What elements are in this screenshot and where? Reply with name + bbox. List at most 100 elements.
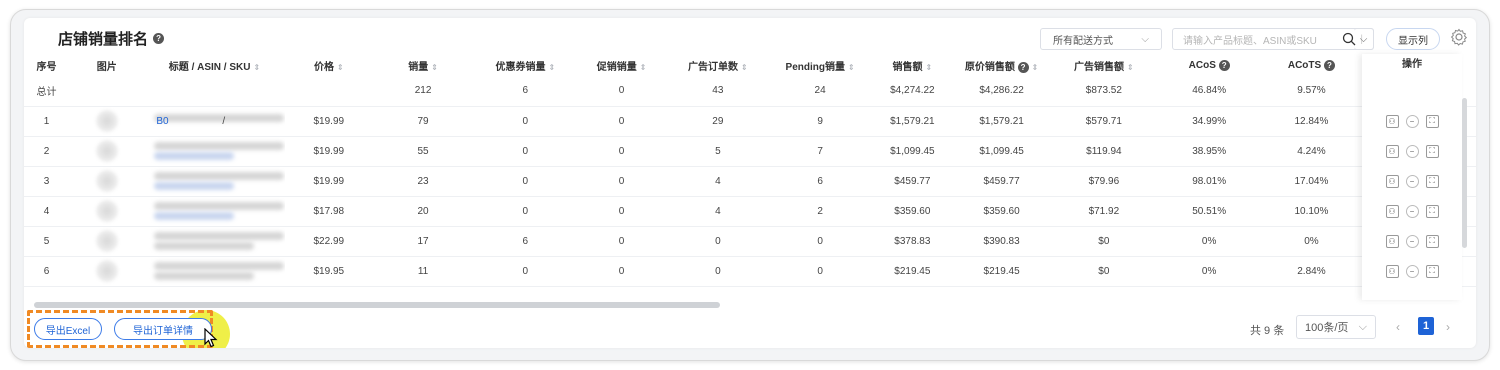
col-header-sales[interactable]: 销量 ⇕ xyxy=(373,54,473,76)
product-image[interactable] xyxy=(69,226,145,257)
col-header-acos-label: ACoS xyxy=(1188,59,1216,71)
sort-icon[interactable]: ⇕ xyxy=(1127,63,1134,72)
expand-icon[interactable]: ⛶ xyxy=(1425,204,1439,218)
horizontal-scrollbar[interactable] xyxy=(34,302,720,308)
people-icon[interactable]: ⚇ xyxy=(1385,264,1399,278)
export-orders-button[interactable]: 导出订单详情 xyxy=(114,318,212,340)
col-header-orig-revenue[interactable]: 原价销售额 ? ⇕ xyxy=(954,54,1048,76)
pending-sales: 2 xyxy=(769,196,871,227)
expand-icon[interactable]: ⛶ xyxy=(1425,174,1439,188)
acots: 2.84% xyxy=(1259,256,1364,287)
col-header-ad-orders[interactable]: 广告订单数 ⇕ xyxy=(666,54,770,76)
help-icon[interactable]: ? xyxy=(1218,59,1230,71)
delivery-method-select[interactable]: 所有配送方式 ⌵ xyxy=(1040,28,1162,50)
current-page-button[interactable]: 1 xyxy=(1418,317,1434,335)
table-header-row: 序号 图片 标题 / ASIN / SKU ⇕ 价格 ⇕ 销量 ⇕ 优惠券销量 ⇕ 促销… xyxy=(24,54,1476,76)
table-row[interactable]: 1 B0 / $19.99 79 0 0 29 9 $1,579.21 $1,5… xyxy=(24,106,1476,137)
help-icon[interactable]: ? xyxy=(153,33,165,44)
total-promo: 0 xyxy=(577,76,666,107)
people-icon[interactable]: ⚇ xyxy=(1385,114,1399,128)
people-icon[interactable]: ⚇ xyxy=(1385,204,1399,218)
acos: 38.95% xyxy=(1159,136,1260,167)
expand-icon[interactable]: ⛶ xyxy=(1425,144,1439,158)
product-title-cell[interactable] xyxy=(144,196,285,227)
minus-circle-icon[interactable]: − xyxy=(1405,234,1419,248)
product-image[interactable] xyxy=(69,136,145,167)
row-actions: ⚇ − ⛶ xyxy=(1362,106,1462,136)
blurred-asin xyxy=(154,212,235,220)
product-thumbnail xyxy=(95,200,118,222)
product-thumbnail xyxy=(95,170,118,192)
table-row[interactable]: 3 $19.99 23 0 0 4 6 $459.77 $459.77 $79.… xyxy=(24,166,1476,197)
blurred-title xyxy=(154,172,285,180)
product-title-cell[interactable]: B0 / xyxy=(144,106,285,137)
table-row[interactable]: 4 $17.98 20 0 0 4 2 $359.60 $359.60 $71.… xyxy=(24,196,1476,227)
table-row[interactable]: 6 $19.95 11 0 0 0 0 $219.45 $219.45 $0 0… xyxy=(24,256,1476,287)
product-search-input[interactable]: 请输入产品标题、ASIN或SKU | xyxy=(1172,28,1374,50)
col-header-orig-revenue-label: 原价销售额 xyxy=(964,61,1015,73)
promo-sales: 0 xyxy=(577,136,666,167)
people-icon[interactable]: ⚇ xyxy=(1385,174,1399,188)
asin-link[interactable]: B0 xyxy=(156,116,168,127)
sort-icon[interactable]: ⇕ xyxy=(337,63,344,72)
product-image[interactable] xyxy=(69,256,145,287)
product-image[interactable] xyxy=(69,166,145,197)
revenue: $1,579.21 xyxy=(870,106,955,137)
expand-icon[interactable]: ⛶ xyxy=(1425,234,1439,248)
vertical-scrollbar[interactable] xyxy=(1462,98,1467,248)
sort-icon[interactable]: ⇕ xyxy=(253,63,260,72)
sort-icon[interactable]: ⇕ xyxy=(640,63,647,72)
minus-circle-icon[interactable]: − xyxy=(1405,204,1419,218)
col-header-ad-revenue[interactable]: 广告销售额 ⇕ xyxy=(1049,54,1159,76)
sort-icon[interactable]: ⇕ xyxy=(1032,63,1039,72)
table-row[interactable]: 2 $19.99 55 0 0 5 7 $1,099.45 $1,099.45 … xyxy=(24,136,1476,167)
minus-circle-icon[interactable]: − xyxy=(1405,264,1419,278)
product-title-cell[interactable] xyxy=(144,166,285,197)
prev-page-icon[interactable]: ‹ xyxy=(1396,320,1400,334)
sort-icon[interactable]: ⇕ xyxy=(548,63,555,72)
gear-icon[interactable] xyxy=(1450,28,1468,46)
col-header-acos: ACoS ? xyxy=(1159,54,1259,76)
product-title-cell[interactable] xyxy=(144,226,285,257)
minus-circle-icon[interactable]: − xyxy=(1405,174,1419,188)
sort-icon[interactable]: ⇕ xyxy=(431,63,438,72)
expand-icon[interactable]: ⛶ xyxy=(1425,264,1439,278)
minus-circle-icon[interactable]: − xyxy=(1405,144,1419,158)
col-header-promo-sales[interactable]: 促销销量 ⇕ xyxy=(577,54,665,76)
product-title-cell[interactable] xyxy=(144,256,285,287)
product-image[interactable] xyxy=(69,106,145,137)
sort-icon[interactable]: ⇕ xyxy=(741,63,748,72)
chevron-down-icon: ⌵ xyxy=(1358,320,1367,333)
blurred-asin xyxy=(154,272,255,280)
acots: 10.10% xyxy=(1259,196,1364,227)
expand-icon[interactable]: ⛶ xyxy=(1425,114,1439,128)
product-title-cell[interactable] xyxy=(144,136,285,167)
minus-circle-icon[interactable]: − xyxy=(1405,114,1419,128)
orig-revenue: $359.60 xyxy=(954,196,1049,227)
sales: 23 xyxy=(372,166,474,197)
col-header-coupon-sales[interactable]: 优惠券销量 ⇕ xyxy=(473,54,577,76)
col-header-title[interactable]: 标题 / ASIN / SKU ⇕ xyxy=(144,54,284,76)
people-icon[interactable]: ⚇ xyxy=(1385,144,1399,158)
help-icon[interactable]: ? xyxy=(1323,59,1335,71)
product-image[interactable] xyxy=(69,196,145,227)
col-header-revenue[interactable]: 销售额 ⇕ xyxy=(870,54,954,76)
page-size-select[interactable]: 100条/页 ⌵ xyxy=(1296,315,1376,339)
revenue: $1,099.45 xyxy=(870,136,955,167)
next-page-icon[interactable]: › xyxy=(1446,320,1450,334)
show-columns-button[interactable]: 显示列 xyxy=(1386,28,1440,50)
sort-icon[interactable]: ⇕ xyxy=(926,63,933,72)
sort-icon[interactable]: ⇕ xyxy=(848,63,855,72)
col-header-pending[interactable]: Pending销量 ⇕ xyxy=(770,54,870,76)
search-dropdown-toggle[interactable]: ⌵ xyxy=(1354,28,1374,50)
people-icon[interactable]: ⚇ xyxy=(1385,234,1399,248)
coupon-sales: 0 xyxy=(473,196,578,227)
table-row[interactable]: 5 $22.99 17 6 0 0 0 $378.83 $390.83 $0 0… xyxy=(24,226,1476,257)
revenue: $459.77 xyxy=(870,166,955,197)
col-header-price[interactable]: 价格 ⇕ xyxy=(285,54,373,76)
total-pending: 24 xyxy=(769,76,871,107)
ad-revenue: $71.92 xyxy=(1048,196,1160,227)
export-excel-button[interactable]: 导出Excel xyxy=(34,318,102,340)
help-icon[interactable]: ? xyxy=(1017,61,1029,73)
coupon-sales: 6 xyxy=(473,226,578,257)
